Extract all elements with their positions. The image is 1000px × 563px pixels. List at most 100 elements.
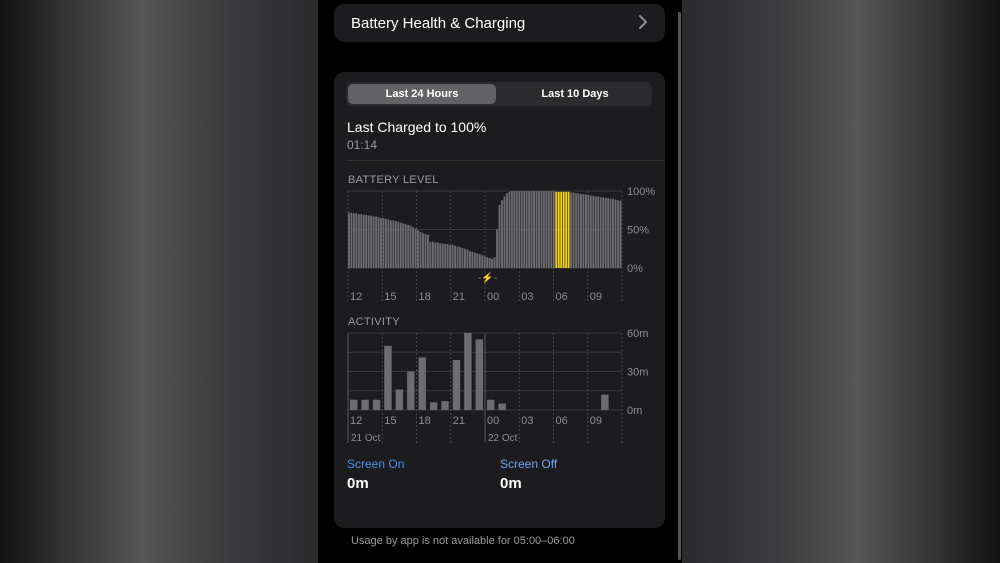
battery-bar xyxy=(609,198,612,268)
battery-bar xyxy=(513,191,516,268)
activity-bar xyxy=(418,357,426,410)
last-charged-time: 01:14 xyxy=(347,138,378,152)
battery-bar xyxy=(394,221,397,268)
battery-bar xyxy=(510,191,513,268)
battery-bar xyxy=(419,231,422,268)
battery-bar xyxy=(459,247,461,268)
battery-health-label: Battery Health & Charging xyxy=(351,15,526,32)
x-tick-label: 12 xyxy=(350,415,362,427)
battery-bar xyxy=(619,201,622,268)
battery-bar xyxy=(486,257,489,268)
battery-bar xyxy=(565,191,568,268)
y-tick-label: 0m xyxy=(627,405,642,417)
screen-on-label: Screen On xyxy=(347,457,405,471)
battery-bar xyxy=(348,212,350,268)
activity-bar xyxy=(452,359,461,410)
battery-bar xyxy=(508,191,511,268)
chevron-right-icon xyxy=(639,15,647,29)
battery-bar xyxy=(525,191,528,268)
battery-bar xyxy=(547,191,550,268)
battery-bar xyxy=(399,222,402,268)
activity-chart: 60m 30m 0m 12 15 18 21 00 03 06 09 21 Oct 22 Oct xyxy=(347,328,648,444)
battery-health-row[interactable]: Battery Health & Charging xyxy=(334,4,665,42)
activity-bar xyxy=(350,399,358,410)
battery-bar xyxy=(518,191,521,268)
battery-bar xyxy=(471,251,474,268)
segment-last-10-days[interactable]: Last 10 Days xyxy=(500,84,650,104)
battery-bar xyxy=(476,253,479,268)
battery-bar xyxy=(617,200,619,268)
battery-bar xyxy=(599,197,602,268)
battery-bar xyxy=(360,214,363,268)
battery-bar xyxy=(365,214,368,268)
activity-bar xyxy=(498,403,506,410)
battery-bar xyxy=(370,215,373,268)
battery-bar xyxy=(530,191,533,268)
battery-bar xyxy=(589,195,592,268)
activity-bar xyxy=(361,399,369,410)
battery-bar xyxy=(545,191,548,268)
battery-bar xyxy=(478,254,481,268)
x-tick-label: 18 xyxy=(419,415,431,427)
battery-bar xyxy=(538,191,540,268)
battery-bar xyxy=(439,243,442,268)
battery-bar xyxy=(552,191,555,268)
screen-off-label: Screen Off xyxy=(500,457,558,471)
x-tick-label: 21 xyxy=(453,415,465,427)
battery-bar xyxy=(604,197,607,268)
battery-bar xyxy=(607,197,610,268)
battery-bar xyxy=(404,224,407,268)
x-tick-label: 06 xyxy=(556,415,568,427)
battery-bar xyxy=(587,194,590,268)
battery-bar xyxy=(594,196,597,268)
x-tick-label: 06 xyxy=(556,291,568,303)
last-charged-title: Last Charged to 100% xyxy=(347,119,487,135)
battery-bar xyxy=(412,227,415,268)
battery-bar xyxy=(431,241,434,268)
x-tick-label: 18 xyxy=(419,291,431,303)
x-tick-label: 09 xyxy=(590,291,602,303)
scrollbar[interactable] xyxy=(678,12,681,560)
segment-last-24-hours[interactable]: Last 24 Hours xyxy=(348,84,496,104)
activity-bar xyxy=(487,399,495,410)
battery-bar xyxy=(387,219,390,268)
battery-bar xyxy=(355,213,358,268)
battery-bar xyxy=(567,191,570,268)
battery-bar xyxy=(464,248,466,268)
activity-bar xyxy=(475,339,483,410)
charging-marker-icon: -⚡- xyxy=(478,271,497,284)
battery-bar xyxy=(468,251,471,268)
battery-bar xyxy=(352,213,355,268)
activity-bar xyxy=(429,402,438,410)
battery-bar xyxy=(557,191,560,268)
battery-bar xyxy=(582,194,585,268)
screen-on-value: 0m xyxy=(347,475,369,492)
battery-bar xyxy=(501,200,503,268)
y-tick-label: 60m xyxy=(627,328,648,340)
screen-off-value: 0m xyxy=(500,475,522,492)
battery-bar xyxy=(466,249,469,268)
battery-bar xyxy=(580,194,582,268)
time-range-segmented-control: Last 24 Hours Last 10 Days xyxy=(346,82,652,106)
battery-bar xyxy=(436,242,439,268)
battery-bar xyxy=(441,243,444,268)
y-tick-label: 0% xyxy=(627,263,643,275)
x-tick-label: 00 xyxy=(487,291,499,303)
battery-bar xyxy=(444,244,447,268)
battery-bar xyxy=(505,193,508,268)
battery-bar xyxy=(602,197,605,268)
battery-bar xyxy=(612,198,614,268)
battery-bar xyxy=(434,242,437,268)
battery-bar xyxy=(498,204,501,268)
x-tick-label: 15 xyxy=(384,415,396,427)
battery-bar xyxy=(483,256,486,268)
x-tick-label: 21 xyxy=(453,291,465,303)
battery-bar xyxy=(414,228,417,268)
battery-bar xyxy=(584,194,587,268)
battery-bar xyxy=(614,199,617,268)
battery-bar xyxy=(397,221,400,268)
usage-footnote: Usage by app is not available for 05:00–… xyxy=(351,535,575,547)
battery-bar xyxy=(520,191,523,268)
activity-bar xyxy=(464,333,472,410)
x-tick-label: 09 xyxy=(590,415,602,427)
